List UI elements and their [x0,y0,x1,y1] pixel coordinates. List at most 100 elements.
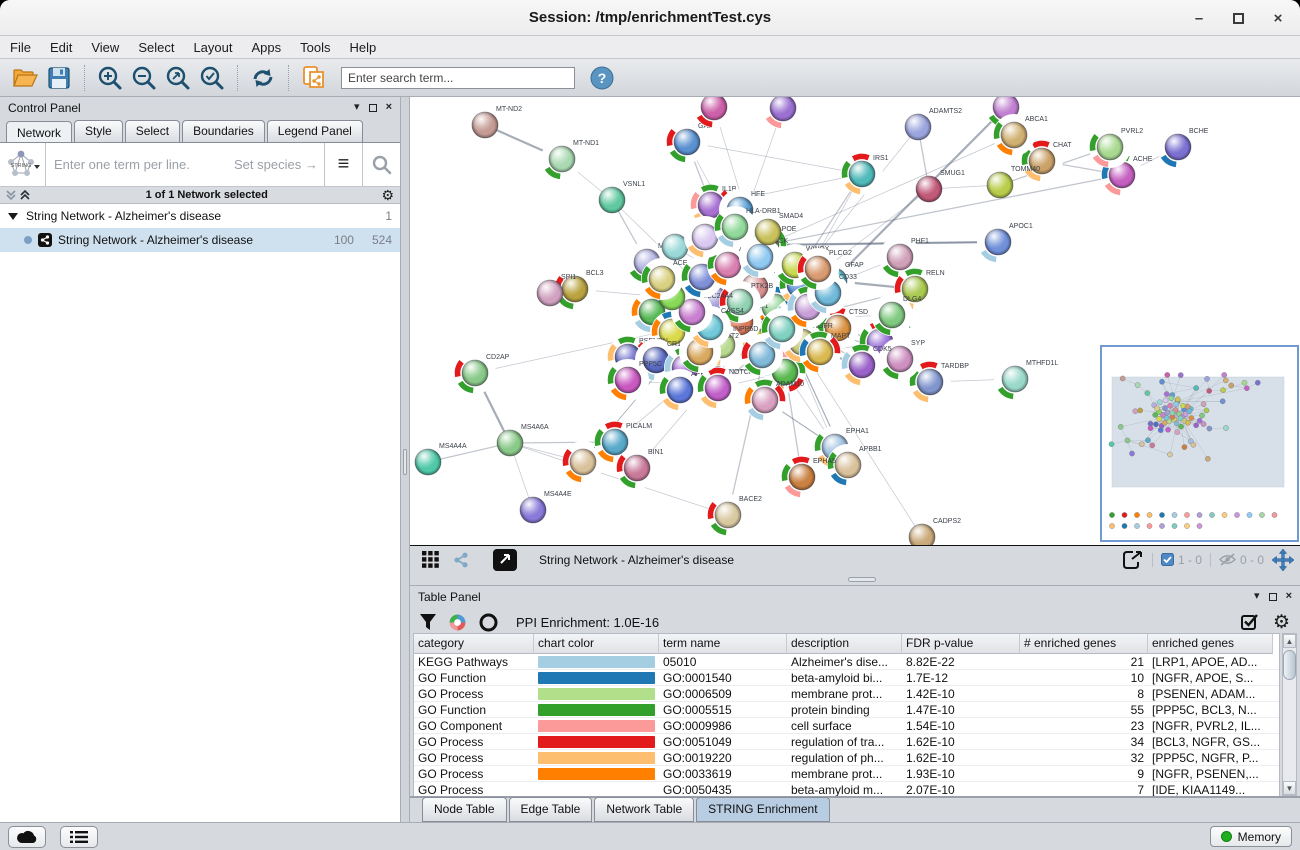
horizontal-splitter[interactable] [410,573,1300,585]
network-node[interactable]: APOC1 [978,222,1033,263]
network-node[interactable]: BACE2 [708,495,763,536]
panel-float-icon[interactable] [369,104,377,112]
string-options-icon[interactable]: ≡ [324,143,362,186]
table-scrollbar[interactable]: ▲ ▼ [1282,633,1297,796]
menu-edit[interactable]: Edit [50,40,72,55]
settings-gear-icon[interactable]: ⚙ [1273,613,1290,632]
network-node[interactable]: APBB1 [828,445,882,486]
zoom-out-icon[interactable] [128,63,160,93]
tab-legend-panel[interactable]: Legend Panel [267,120,363,142]
menu-apps[interactable]: Apps [252,40,282,55]
task-history-button[interactable] [60,826,98,848]
detach-view-icon[interactable] [490,548,520,572]
string-logo[interactable]: STRING [0,143,46,186]
zoom-fit-icon[interactable] [162,63,194,93]
table-row[interactable]: GO FunctionGO:0005515protein binding1.47… [414,702,1279,718]
scroll-up-icon[interactable]: ▲ [1283,634,1296,648]
open-folder-icon[interactable] [9,63,41,93]
maximize-button[interactable] [1233,13,1244,24]
tab-boundaries[interactable]: Boundaries [182,120,265,142]
birds-eye-navigator[interactable] [1100,345,1299,542]
panel-menu-icon[interactable]: ▾ [354,102,360,113]
column-header-category[interactable]: category [414,634,534,654]
column-header--enriched-genes[interactable]: # enriched genes [1020,634,1148,654]
memory-button[interactable]: Memory [1210,826,1292,847]
network-node[interactable]: CADPS2 [909,518,961,545]
table-row[interactable]: GO ProcessGO:0033619membrane prot...1.93… [414,766,1279,782]
tab-network[interactable]: Network [6,121,72,143]
scroll-down-icon[interactable]: ▼ [1283,781,1296,795]
column-header-enriched-genes[interactable]: enriched genes [1148,634,1273,654]
tab-network-table[interactable]: Network Table [594,797,694,822]
network-node[interactable]: VSNL1 [599,181,645,213]
table-row[interactable]: GO ProcessGO:0019220regulation of ph...1… [414,750,1279,766]
network-node[interactable]: EPHA5 [782,457,837,498]
column-header-description[interactable]: description [787,634,902,654]
panel-float-icon[interactable] [1269,593,1277,601]
scrollbar-thumb[interactable] [1283,650,1296,680]
refresh-icon[interactable] [247,63,279,93]
table-row[interactable]: GO ProcessGO:0006509membrane prot...1.42… [414,686,1279,702]
menu-help[interactable]: Help [350,40,377,55]
menu-select[interactable]: Select [138,40,174,55]
panel-close-icon[interactable]: × [1286,591,1292,602]
table-row[interactable]: GO FunctionGO:0001540beta-amyloid bi...1… [414,670,1279,686]
network-node[interactable]: MS4A4A [415,443,467,475]
zoom-selected-icon[interactable] [196,63,228,93]
panel-menu-icon[interactable]: ▾ [1254,591,1260,602]
share-view-icon[interactable] [449,549,473,571]
menu-layout[interactable]: Layout [193,40,232,55]
save-icon[interactable] [43,63,75,93]
network-node[interactable]: MT-ND1 [542,139,600,180]
menu-file[interactable]: File [10,40,31,55]
network-node[interactable]: CELF1 [694,97,747,128]
network-canvas[interactable]: MT-ND2MT-ND1VSNL1GAB2CELF1NME8ADAMTS2ZCW… [410,97,1300,545]
minimize-button[interactable]: – [1191,10,1207,27]
string-query-input[interactable] [46,143,324,186]
chart-color-icon[interactable] [448,613,467,632]
network-node[interactable]: GAB2 [667,122,717,163]
tab-node-table[interactable]: Node Table [422,797,507,822]
menu-view[interactable]: View [91,40,119,55]
clone-network-icon[interactable] [298,63,330,93]
tab-style[interactable]: Style [74,120,123,142]
collapse-arrow-icon[interactable] [8,212,18,221]
select-terms-icon[interactable] [1241,613,1259,631]
table-row[interactable]: GO ComponentGO:0009986cell surface1.54E-… [414,718,1279,734]
filter-icon[interactable] [420,614,436,631]
grid-view-icon[interactable] [417,549,443,571]
ring-chart-icon[interactable] [479,613,498,632]
tab-edge-table[interactable]: Edge Table [509,797,593,822]
network-node[interactable]: ADAMTS2 [905,108,962,140]
table-row[interactable]: GO ProcessGO:0051049regulation of tra...… [414,734,1279,750]
panel-close-icon[interactable]: × [386,102,392,113]
menu-tools[interactable]: Tools [300,40,330,55]
network-node[interactable]: BIN1 [617,448,664,489]
collection-row[interactable]: String Network - Alzheimer's disease 1 [0,204,400,228]
network-node[interactable]: CD2AP [455,353,510,394]
tab-string-enrichment[interactable]: STRING Enrichment [696,797,829,822]
column-header-FDR-p-value[interactable]: FDR p-value [902,634,1020,654]
expand-collapse-icons[interactable] [6,189,32,201]
zoom-in-icon[interactable] [94,63,126,93]
column-header-chart-color[interactable]: chart color [534,634,659,654]
table-row[interactable]: GO ProcessGO:0050435beta-amyloid m...2.0… [414,782,1279,796]
export-network-icon[interactable] [1120,549,1144,571]
network-node[interactable]: SMUG1 [916,170,965,202]
network-node[interactable]: NME8 [763,97,814,129]
string-search-icon[interactable] [362,143,400,186]
navigator-toggle-icon[interactable] [1272,549,1294,571]
network-node[interactable]: DLG4 [872,295,922,336]
column-header-term-name[interactable]: term name [659,634,787,654]
network-row-selected[interactable]: String Network - Alzheimer's disease 100… [0,228,400,252]
search-input[interactable] [341,67,575,89]
network-node[interactable]: BCHE [1158,127,1209,168]
vertical-splitter[interactable] [401,97,410,822]
cloud-button[interactable] [8,826,46,848]
network-node[interactable]: ADAM10 [745,380,805,421]
network-node[interactable]: IRS1 [842,154,889,195]
network-node[interactable]: MTHFD1L [995,359,1059,400]
gear-icon[interactable]: ⚙ [381,188,394,202]
network-node[interactable]: MT-ND2 [472,106,522,138]
table-row[interactable]: KEGG Pathways05010Alzheimer's dise...8.8… [414,654,1279,670]
